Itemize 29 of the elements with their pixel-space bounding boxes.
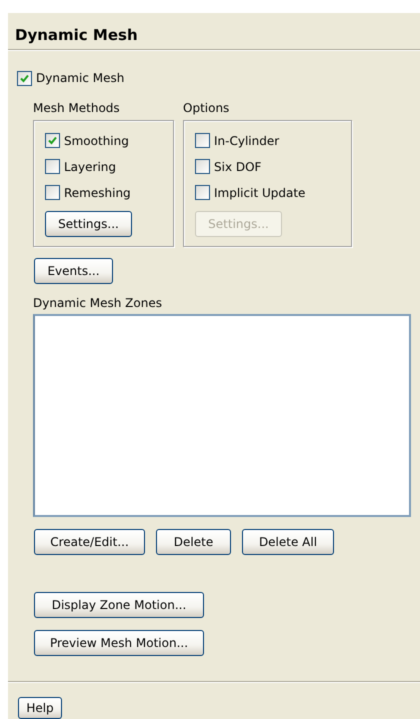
preview-motion-button[interactable]: Preview Mesh Motion... — [34, 630, 204, 656]
group-title: Mesh Methods — [33, 100, 121, 117]
checkbox-label[interactable]: Smoothing — [64, 134, 129, 148]
checkbox-label[interactable]: Remeshing — [64, 186, 131, 200]
checkmark-icon — [20, 74, 29, 83]
checkbox[interactable] — [45, 185, 60, 200]
display-motion-button[interactable]: Display Zone Motion... — [34, 592, 204, 618]
checkbox[interactable] — [45, 159, 60, 174]
zone-list[interactable] — [33, 314, 411, 517]
checkbox[interactable] — [195, 159, 210, 174]
checkmark-icon — [48, 136, 57, 146]
delete-all-button[interactable]: Delete All — [242, 529, 334, 555]
delete-button[interactable]: Delete — [156, 529, 231, 555]
help-button[interactable]: Help — [18, 697, 62, 719]
events-button[interactable]: Events... — [34, 258, 113, 284]
checkbox-label[interactable]: Dynamic Mesh — [36, 71, 124, 86]
checkbox[interactable] — [195, 185, 210, 200]
checkbox[interactable] — [195, 133, 210, 148]
list-title: Dynamic Mesh Zones — [33, 296, 163, 310]
checkbox-label[interactable]: Layering — [64, 160, 116, 174]
checkbox-label[interactable]: Six DOF — [214, 160, 262, 174]
checkbox-label[interactable]: In-Cylinder — [214, 134, 280, 148]
checkbox[interactable] — [17, 70, 32, 86]
create-edit-button[interactable]: Create/Edit... — [34, 529, 145, 555]
panel-title: Dynamic Mesh — [15, 26, 138, 44]
settings-button[interactable]: Settings... — [45, 210, 132, 237]
checkbox[interactable] — [45, 133, 60, 148]
group-title: Options — [183, 100, 230, 117]
checkbox-label[interactable]: Implicit Update — [214, 186, 306, 200]
